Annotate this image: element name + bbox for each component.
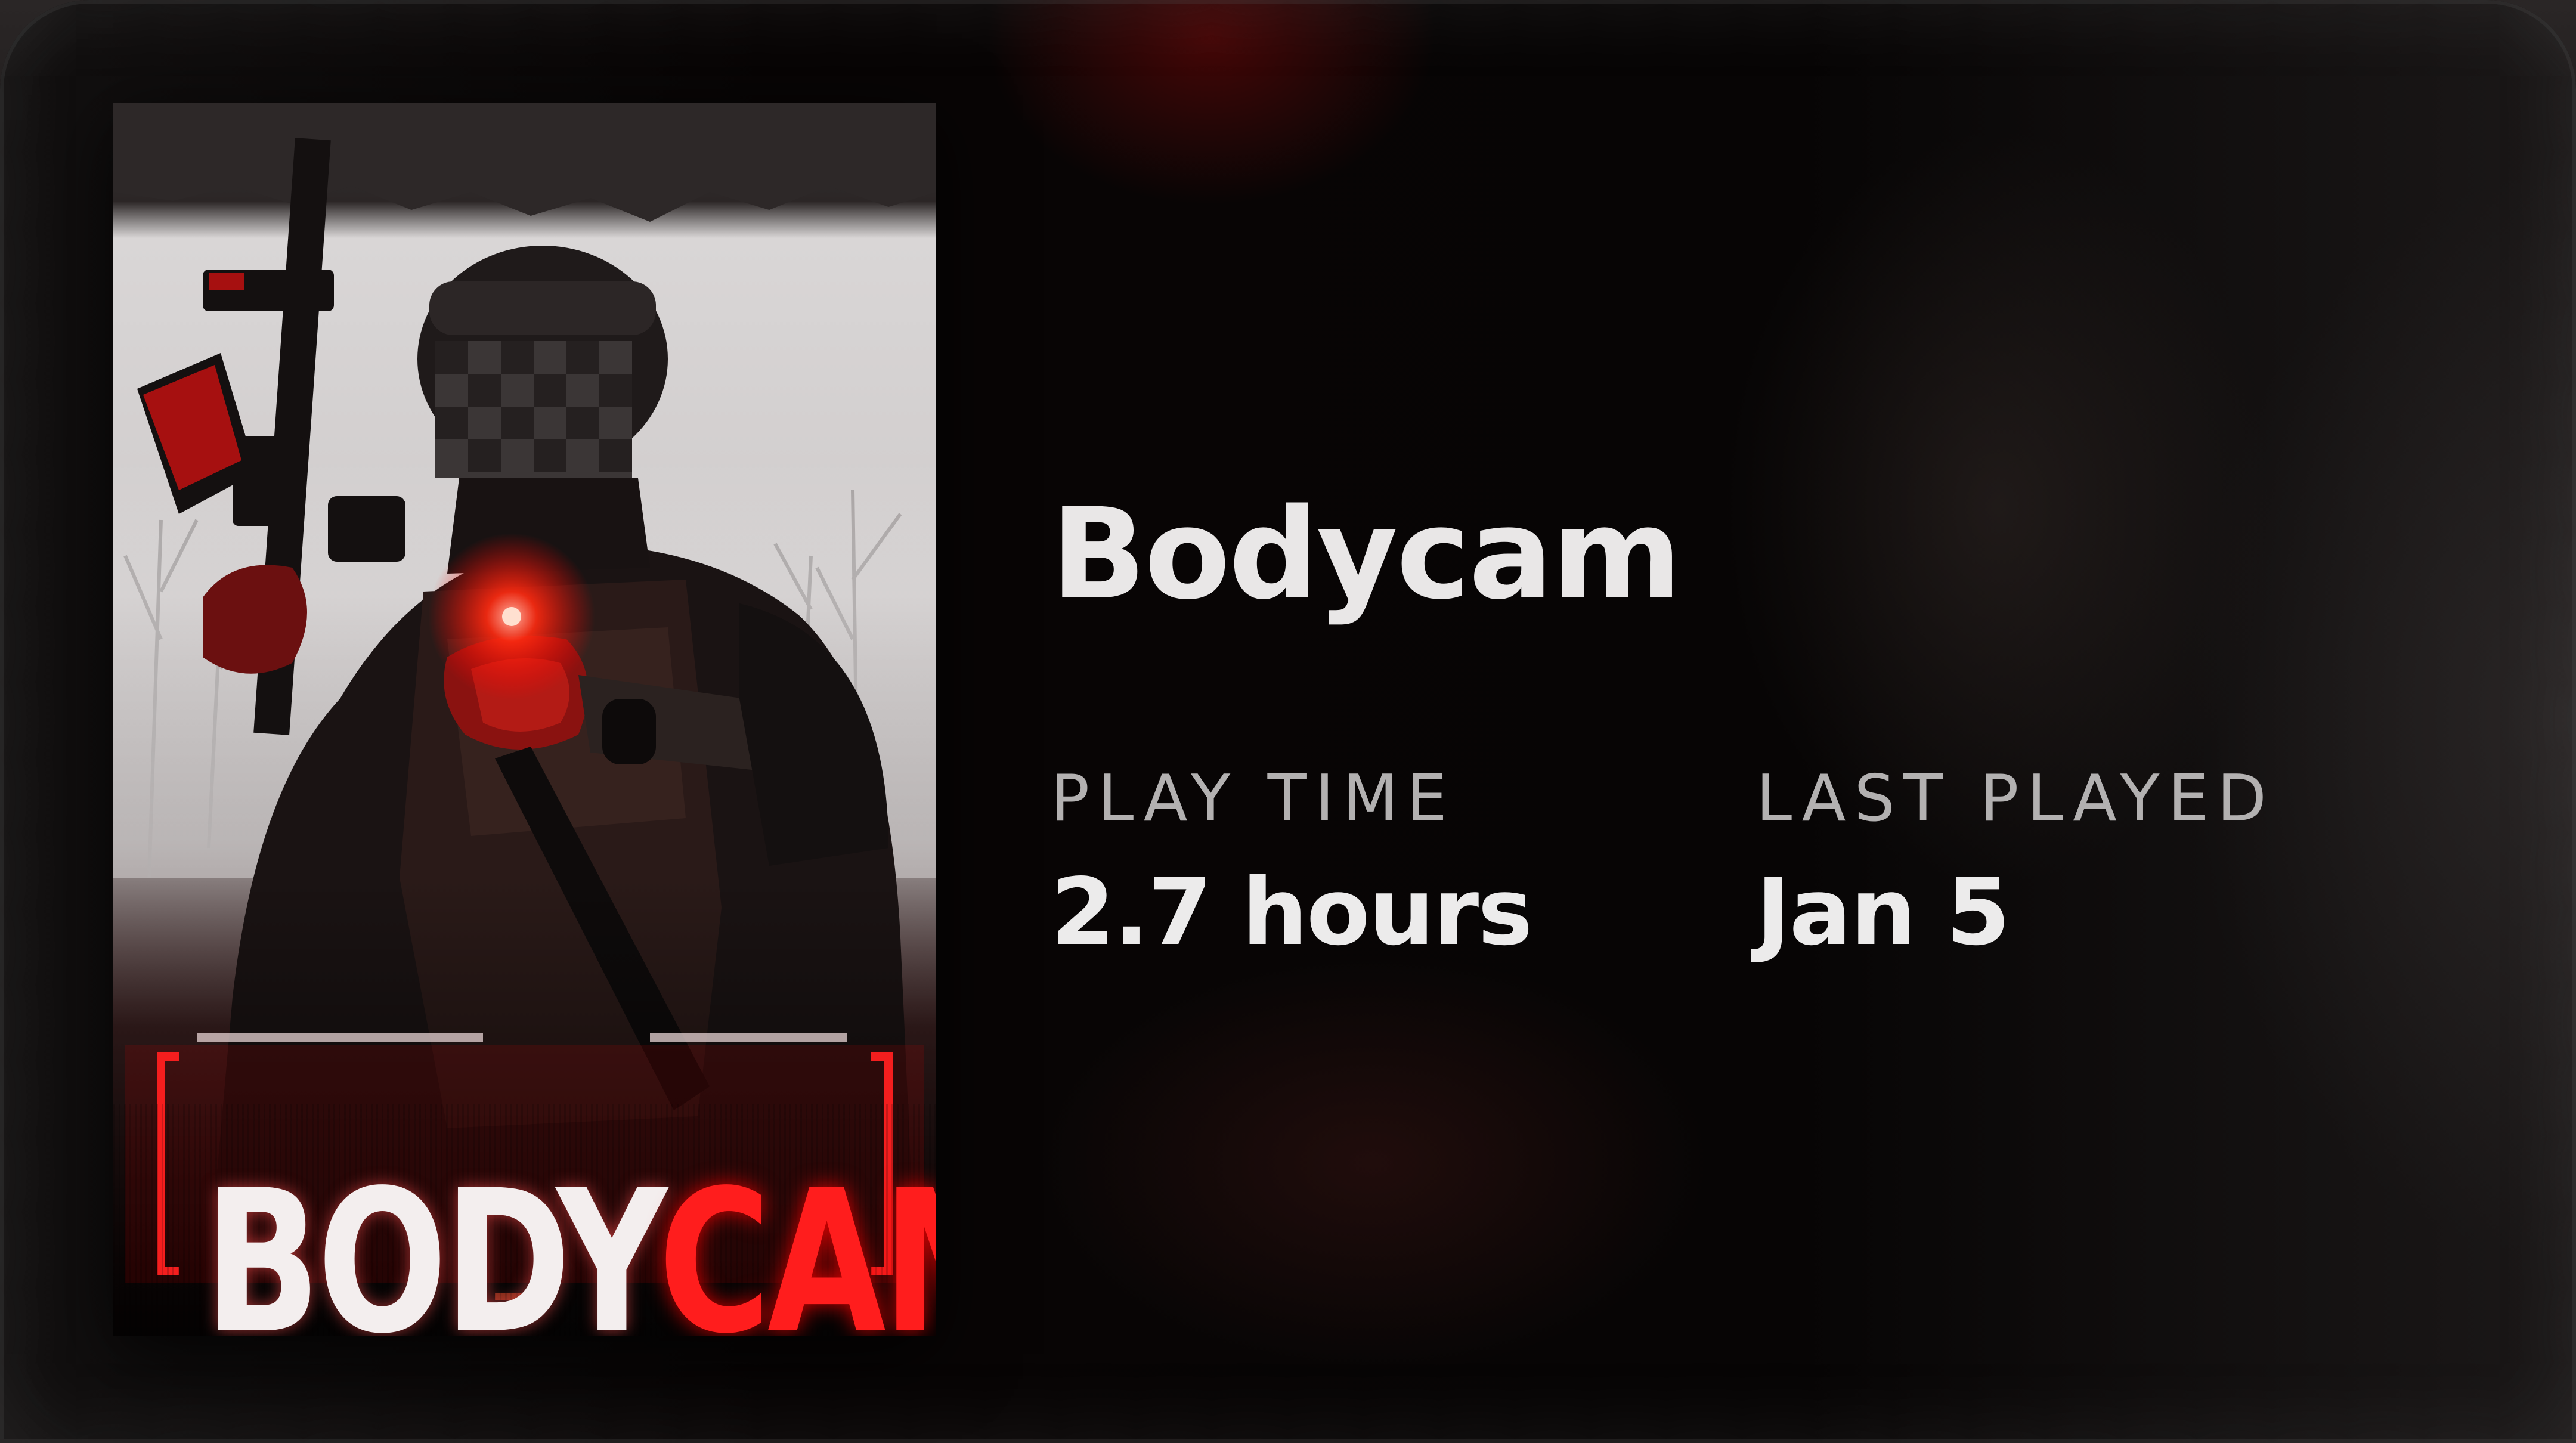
cover-title-cam: CAM: [658, 1148, 936, 1336]
cover-title-body: BODY: [203, 1148, 662, 1336]
game-title: Bodycam: [1051, 481, 1682, 627]
cover-art-title: BODYCAM: [203, 1143, 936, 1336]
last-played-value: Jan 5: [1756, 858, 2010, 966]
last-played-label: LAST PLAYED: [1756, 761, 2275, 836]
play-time-stat: PLAY TIME 2.7 hours: [1051, 757, 1532, 966]
play-time-value: 2.7 hours: [1051, 858, 1532, 966]
game-card: BODYCAM Bodycam PLAY TIME 2.7 hours LAST…: [0, 0, 2576, 1443]
last-played-stat: LAST PLAYED Jan 5: [1756, 757, 2275, 966]
game-cover-art[interactable]: BODYCAM: [113, 103, 936, 1336]
game-details-screen: BODYCAM Bodycam PLAY TIME 2.7 hours LAST…: [0, 0, 2576, 1443]
play-time-label: PLAY TIME: [1051, 761, 1456, 836]
